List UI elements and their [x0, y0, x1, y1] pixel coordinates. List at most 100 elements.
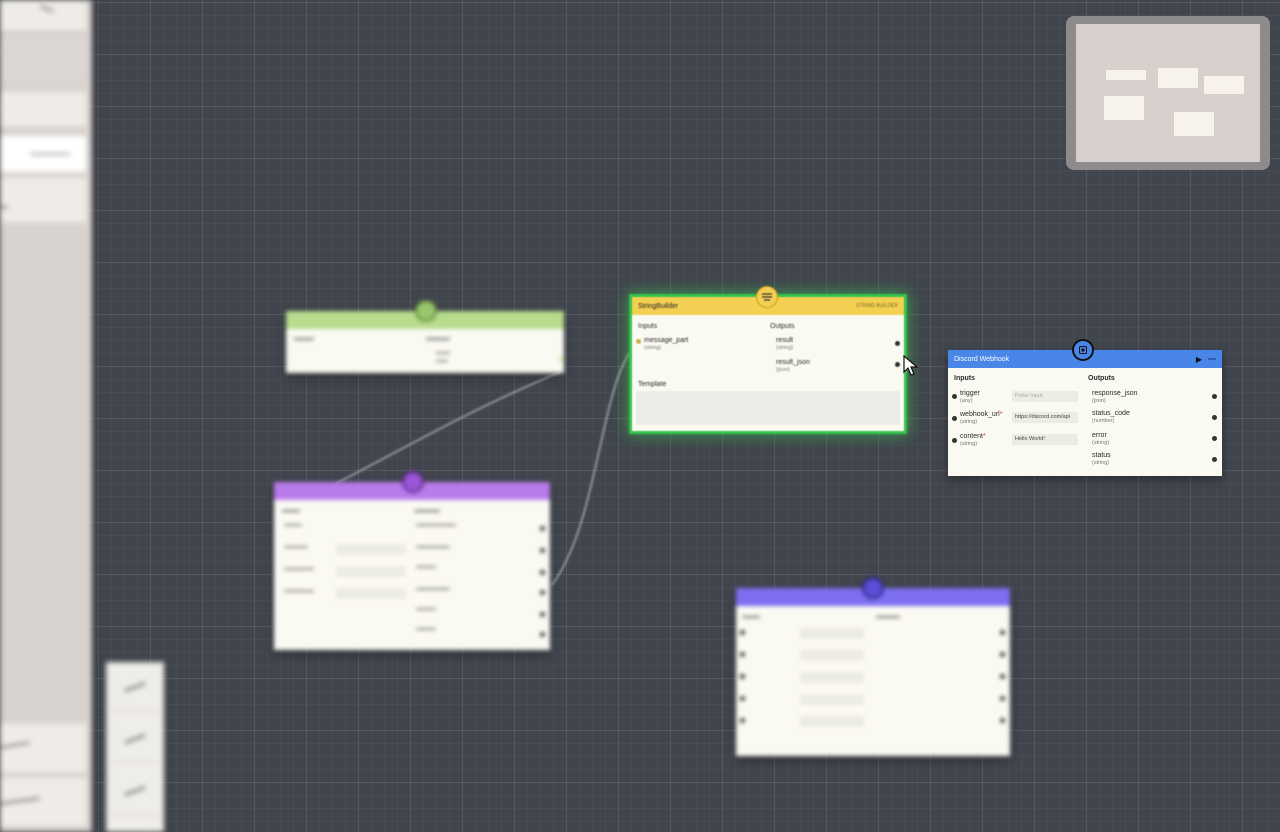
minimap-node	[1174, 112, 1214, 136]
run-button[interactable]: ▶	[1196, 355, 1202, 364]
output-port[interactable]	[1000, 696, 1005, 701]
output-port[interactable]	[1000, 718, 1005, 723]
node-type-icon	[862, 577, 884, 599]
output-port[interactable]	[540, 570, 545, 575]
output-type: (string)	[776, 345, 794, 351]
output-port[interactable]	[540, 590, 545, 595]
output-name: result	[776, 337, 794, 344]
input-name: content	[960, 433, 983, 440]
purple-node[interactable]	[274, 471, 550, 650]
minus-icon	[124, 734, 146, 744]
input-name: message_part	[644, 337, 689, 344]
node-label-text	[416, 628, 436, 630]
required-marker: *	[982, 433, 986, 440]
input-port-content[interactable]	[952, 438, 957, 443]
node-label-text	[416, 524, 456, 526]
node-input-field[interactable]	[336, 588, 406, 599]
output-type: (string)	[1092, 440, 1110, 446]
output-type: (number)	[1092, 418, 1115, 424]
node-input-field[interactable]	[800, 650, 864, 661]
output-type: (json)	[776, 367, 790, 373]
input-name: webhook_url	[960, 411, 1000, 418]
node-input-field[interactable]	[800, 628, 864, 639]
discord-icon	[1072, 339, 1094, 361]
node-type-icon	[402, 471, 424, 493]
output-port-status-code[interactable]	[1212, 415, 1217, 420]
output-port[interactable]	[1000, 674, 1005, 679]
node-label-text	[436, 352, 450, 354]
input-port[interactable]	[740, 630, 745, 635]
input-port-webhook-url[interactable]	[952, 416, 957, 421]
node-label-text	[426, 338, 450, 340]
output-name: status	[1092, 452, 1111, 459]
output-port[interactable]	[540, 548, 545, 553]
discord-webhook-node[interactable]: Discord Webhook ▶ Inputs Outputs trigger…	[948, 339, 1222, 476]
input-port[interactable]	[740, 652, 745, 657]
output-port-response-json[interactable]	[1212, 394, 1217, 399]
input-port[interactable]	[740, 674, 745, 679]
node-menu-icon[interactable]	[1208, 358, 1216, 360]
node-label-text	[876, 616, 900, 618]
node-input-field[interactable]	[336, 566, 406, 577]
zoom-out-button[interactable]	[112, 718, 158, 763]
node-type-icon	[415, 300, 437, 322]
input-type: (any)	[960, 398, 973, 404]
output-port[interactable]	[558, 357, 563, 362]
node-input-field[interactable]	[800, 672, 864, 683]
node-label-text	[436, 360, 448, 362]
output-name: result_json	[776, 359, 810, 366]
input-port[interactable]	[740, 696, 745, 701]
output-type: (json)	[1092, 398, 1106, 404]
output-port-result-json[interactable]	[895, 362, 900, 367]
input-port[interactable]	[740, 718, 745, 723]
node-label-text	[284, 590, 314, 592]
node-input-field[interactable]	[800, 694, 864, 705]
node-label-text	[294, 338, 314, 340]
node-label-text	[284, 568, 314, 570]
inputs-heading: Inputs	[638, 323, 658, 330]
input-name-row: webhook_url*	[960, 411, 1002, 418]
output-port[interactable]	[540, 632, 545, 637]
output-port-status[interactable]	[1212, 457, 1217, 462]
outputs-heading: Outputs	[770, 323, 795, 330]
zoom-in-button[interactable]	[112, 666, 158, 711]
minimap[interactable]	[1066, 16, 1270, 170]
node-label-text	[282, 510, 300, 512]
output-port[interactable]	[1000, 630, 1005, 635]
output-type: (string)	[1092, 460, 1110, 466]
node-input-field[interactable]	[800, 716, 864, 727]
node-library-sidebar[interactable]	[0, 0, 92, 832]
node-label-text	[284, 524, 302, 526]
sidebar-item[interactable]	[0, 724, 86, 772]
node-label-text	[416, 588, 450, 590]
string-builder-node[interactable]: StringBuilder STRING BUILDER Inputs Outp…	[632, 286, 904, 431]
output-port[interactable]	[540, 526, 545, 531]
minimap-viewport	[1076, 24, 1260, 162]
sidebar-item-text	[0, 206, 8, 208]
output-port[interactable]	[1000, 652, 1005, 657]
green-node[interactable]	[286, 300, 564, 373]
trigger-field[interactable]: Pulse Input	[1012, 391, 1078, 402]
input-name: trigger	[960, 390, 980, 397]
input-type: (string)	[960, 441, 978, 447]
input-port-trigger[interactable]	[952, 394, 957, 399]
input-port-message-part[interactable]	[636, 339, 641, 344]
output-name: response_json	[1092, 390, 1138, 397]
minimap-node	[1158, 68, 1198, 88]
output-port-error[interactable]	[1212, 436, 1217, 441]
template-textarea[interactable]	[636, 391, 900, 425]
output-port-result[interactable]	[895, 341, 900, 346]
fit-view-button[interactable]	[112, 770, 158, 815]
content-field[interactable]: Hello World!	[1012, 434, 1078, 445]
node-label-text	[414, 510, 440, 512]
webhook-url-field[interactable]: https://discord.com/api	[1012, 412, 1078, 423]
node-label-text	[416, 608, 436, 610]
sidebar-item[interactable]	[0, 178, 86, 222]
node-label-text	[742, 616, 760, 618]
canvas-controls	[106, 662, 164, 832]
node-type-label: STRING BUILDER	[856, 303, 898, 309]
sidebar-item[interactable]	[0, 92, 86, 126]
node-input-field[interactable]	[336, 544, 406, 555]
violet-node[interactable]	[736, 577, 1010, 756]
output-port[interactable]	[540, 612, 545, 617]
